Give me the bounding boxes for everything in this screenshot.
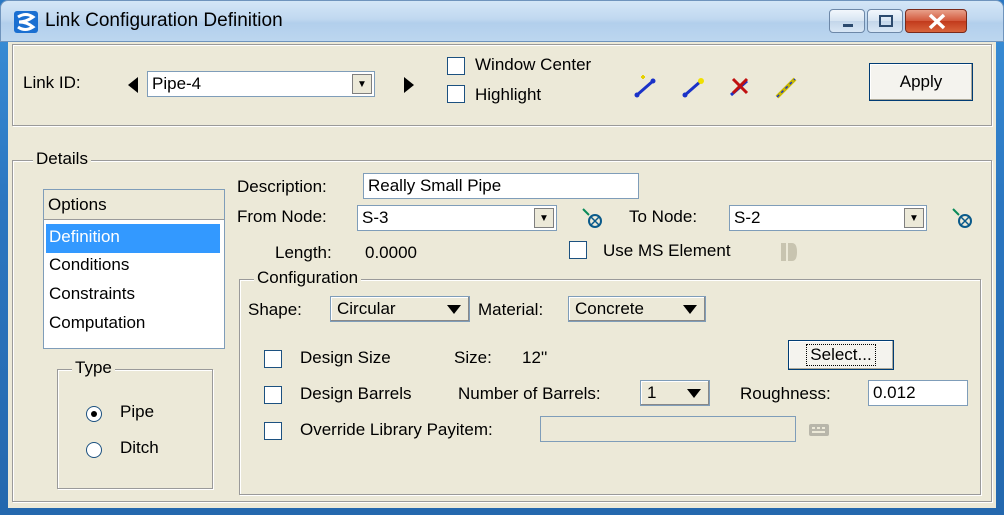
option-constraints[interactable]: Constraints [46, 281, 220, 310]
shape-value: Circular [337, 299, 396, 318]
select-size-button[interactable]: Select... [788, 340, 894, 370]
details-legend: Details [33, 149, 91, 169]
link-id-combo[interactable]: Pipe-4 ▼ [147, 71, 375, 97]
next-link-arrow-icon[interactable] [403, 77, 415, 93]
options-list[interactable]: Options Definition Conditions Constraint… [43, 189, 225, 349]
design-size-checkbox[interactable] [264, 350, 282, 368]
design-barrels-label: Design Barrels [300, 384, 412, 403]
number-of-barrels-label: Number of Barrels: [458, 384, 601, 403]
option-conditions[interactable]: Conditions [46, 252, 220, 281]
to-node-value: S-2 [734, 208, 761, 227]
options-header: Options [44, 190, 224, 220]
size-value: 12'' [522, 348, 548, 367]
to-node-dropdown-button[interactable]: ▼ [904, 208, 924, 228]
prev-link-arrow-icon[interactable] [127, 77, 139, 93]
add-link-icon[interactable] [631, 73, 661, 103]
use-ms-element-checkbox[interactable] [569, 241, 587, 259]
from-node-label: From Node: [237, 207, 327, 226]
override-payitem-label: Override Library Payitem: [300, 420, 493, 439]
roughness-label: Roughness: [740, 384, 831, 403]
ms-element-id-icon [781, 243, 797, 261]
roughness-value: 0.012 [873, 383, 916, 402]
link-id-label: Link ID: [23, 73, 81, 92]
barrels-chevron-down-icon [687, 389, 701, 398]
highlight-label: Highlight [475, 85, 542, 104]
app-icon [14, 11, 38, 33]
pipe-radio[interactable] [86, 406, 102, 422]
type-legend: Type [72, 358, 115, 378]
barrels-value: 1 [647, 383, 657, 402]
length-label: Length: [275, 243, 332, 262]
configuration-legend: Configuration [254, 268, 362, 288]
description-value: Really Small Pipe [368, 176, 502, 195]
select-link-icon[interactable] [679, 73, 709, 103]
to-node-combo[interactable]: S-2 ▼ [729, 205, 927, 231]
dialog-client: Link ID: Pipe-4 ▼ Window Center Highligh… [8, 42, 996, 508]
window-center-label: Window Center [475, 55, 592, 74]
highlight-checkbox[interactable] [447, 85, 465, 103]
combo-dropdown-button[interactable]: ▼ [352, 74, 372, 94]
barrels-dropdown[interactable]: 1 [640, 380, 710, 406]
select-size-label: Select... [806, 344, 876, 366]
link-id-value: Pipe-4 [152, 74, 202, 93]
pick-from-node-icon[interactable] [581, 207, 605, 231]
maximize-icon [879, 15, 893, 27]
material-value: Concrete [575, 299, 644, 318]
ditch-label: Ditch [120, 438, 159, 457]
title-bar[interactable]: Link Configuration Definition [0, 0, 1004, 42]
material-label: Material: [478, 300, 544, 319]
maximize-button[interactable] [867, 9, 903, 33]
minimize-icon [843, 24, 853, 27]
minimize-button[interactable] [829, 9, 865, 33]
override-payitem-checkbox[interactable] [264, 422, 282, 440]
window-title: Link Configuration Definition [45, 10, 283, 31]
length-value: 0.0000 [365, 243, 417, 262]
description-label: Description: [237, 177, 327, 196]
shape-chevron-down-icon [447, 305, 461, 314]
close-button[interactable] [905, 9, 967, 33]
design-size-label: Design Size [300, 348, 391, 367]
type-group: Type Pipe Ditch [57, 358, 213, 489]
delete-link-icon[interactable] [725, 73, 755, 103]
edit-link-icon[interactable] [771, 73, 801, 103]
apply-button[interactable]: Apply [869, 63, 973, 101]
link-group: Link ID: Pipe-4 ▼ Window Center Highligh… [12, 44, 992, 126]
shape-label: Shape: [248, 300, 302, 319]
to-node-label: To Node: [629, 207, 698, 226]
payitem-field[interactable] [540, 416, 796, 442]
material-chevron-down-icon [683, 305, 697, 314]
design-barrels-checkbox[interactable] [264, 386, 282, 404]
use-ms-element-label: Use MS Element [603, 241, 731, 260]
configuration-group: Configuration Shape: Circular Material: … [239, 268, 981, 495]
from-node-dropdown-button[interactable]: ▼ [534, 208, 554, 228]
description-field[interactable]: Really Small Pipe [363, 173, 639, 199]
details-group: Details Options Definition Conditions Co… [12, 149, 992, 502]
payitem-browse-icon[interactable] [808, 422, 830, 438]
dialog-window: Link Configuration Definition Link ID: P… [0, 0, 1004, 515]
shape-dropdown[interactable]: Circular [330, 296, 470, 322]
pick-to-node-icon[interactable] [951, 207, 975, 231]
option-definition[interactable]: Definition [46, 224, 220, 253]
from-node-combo[interactable]: S-3 ▼ [357, 205, 557, 231]
ditch-radio[interactable] [86, 442, 102, 458]
material-dropdown[interactable]: Concrete [568, 296, 706, 322]
apply-label: Apply [899, 72, 943, 91]
size-label: Size: [454, 348, 492, 367]
roughness-field[interactable]: 0.012 [868, 380, 968, 406]
close-icon [928, 13, 946, 30]
option-computation[interactable]: Computation [46, 310, 220, 339]
pipe-label: Pipe [120, 402, 155, 421]
from-node-value: S-3 [362, 208, 389, 227]
window-center-checkbox[interactable] [447, 57, 465, 75]
